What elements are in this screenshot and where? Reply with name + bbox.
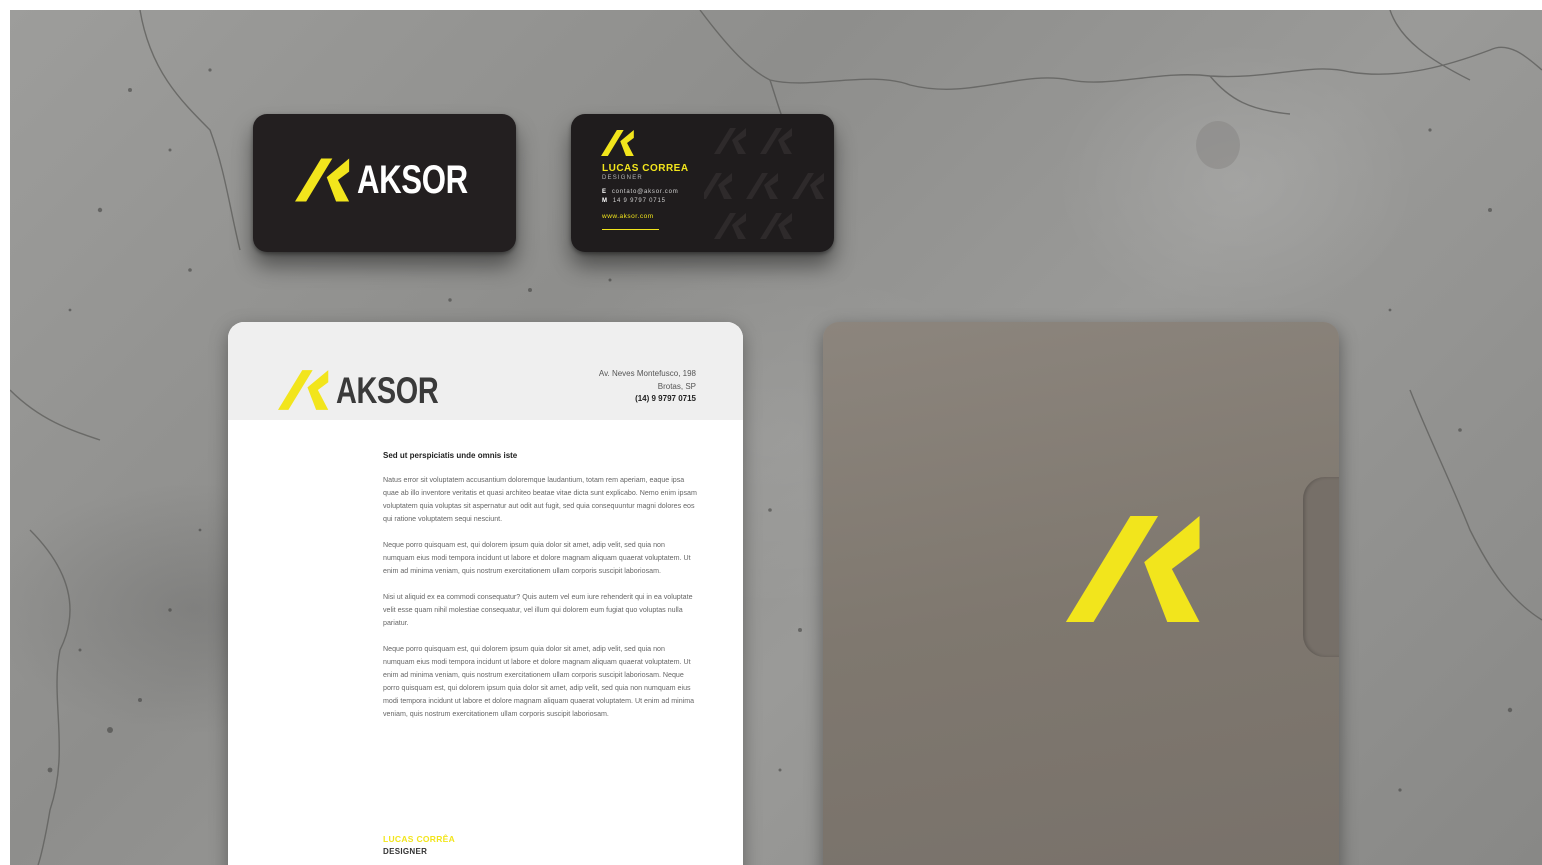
card-mobile: 14 9 9797 0715: [612, 198, 666, 204]
ak-monogram-icon: [278, 370, 329, 410]
presentation-folder: [823, 322, 1339, 865]
ak-monogram-icon: [601, 130, 634, 156]
business-card-back: LUCAS CORREA DESIGNER Econtato@aksor.com…: [571, 114, 834, 252]
letterhead-wordmark: AKSOR: [336, 369, 439, 411]
card-email-label: E: [602, 189, 607, 195]
address-line-2: Brotas, SP: [657, 381, 696, 391]
letterhead-header: AKSOR Av. Neves Montefusco, 198 Brotas, …: [228, 322, 743, 420]
address-line-1: Av. Neves Montefusco, 198: [598, 369, 696, 378]
card-email: contato@aksor.com: [611, 189, 679, 195]
card-email-line: Econtato@aksor.com: [602, 189, 679, 195]
card-divider: [602, 229, 659, 230]
letterhead-phone: (14) 9 9797 0715: [635, 394, 696, 403]
card-front-logo: AKSOR: [295, 158, 499, 202]
letterhead-sheet: AKSOR Av. Neves Montefusco, 198 Brotas, …: [228, 322, 743, 865]
business-card-front: AKSOR: [253, 114, 516, 252]
letter-subject: Sed ut perspiciatis unde omnis iste: [383, 451, 518, 460]
card-website: www.aksor.com: [602, 213, 654, 220]
card-mobile-label: M: [602, 198, 608, 204]
letter-paragraph: Natus error sit voluptatem accusantium d…: [383, 476, 697, 523]
letterhead-logo: AKSOR: [278, 370, 467, 410]
card-front-wordmark: AKSOR: [357, 158, 468, 202]
letter-body: Sed ut perspiciatis unde omnis iste Natu…: [383, 451, 698, 734]
card-mobile-line: M 14 9 9797 0715: [602, 198, 666, 204]
letter-paragraph: Nisi ut aliquid ex ea commodi consequatu…: [383, 593, 693, 627]
letterhead-address: Av. Neves Montefusco, 198 Brotas, SP (14…: [599, 368, 696, 406]
letter-paragraph: Neque porro quisquam est, qui dolorem ip…: [383, 645, 695, 718]
card-name: LUCAS CORREA: [602, 163, 689, 174]
card-title: DESIGNER: [602, 175, 643, 181]
concrete-background: AKSOR LUCAS CORREA DESIGNER Econtato@aks…: [10, 10, 1542, 865]
folder-pocket-tab: [1303, 477, 1339, 657]
ak-pattern-watermark: [704, 128, 824, 239]
letter-paragraph: Neque porro quisquam est, qui dolorem ip…: [383, 541, 691, 575]
signature-name: LUCAS CORRÊA: [383, 834, 456, 844]
signature-title: DESIGNER: [383, 847, 428, 856]
ak-monogram-icon: [1065, 516, 1200, 622]
ak-monogram-icon: [295, 158, 350, 202]
